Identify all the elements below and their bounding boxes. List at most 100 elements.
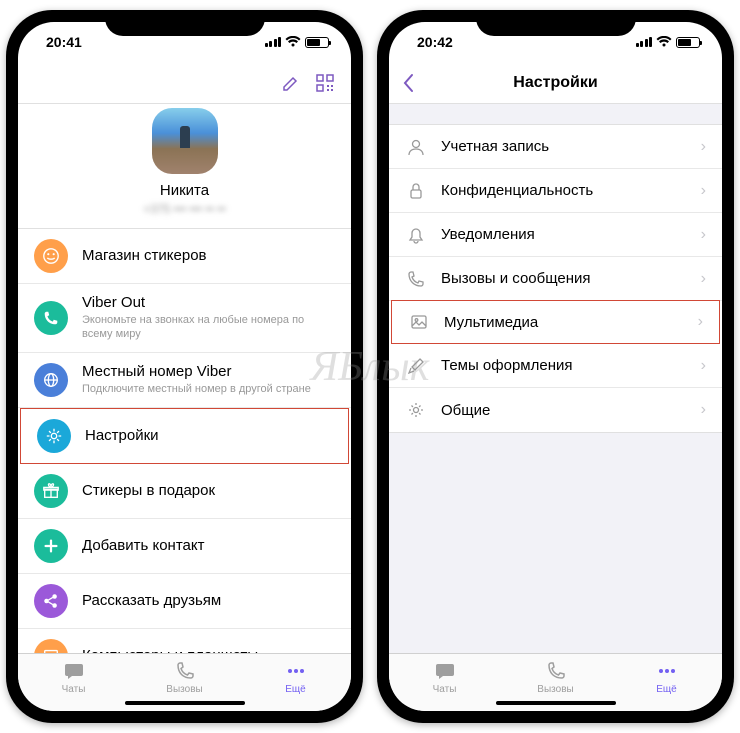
profile-phone: +375 ••• ••• •• ••: [143, 202, 225, 216]
phone-icon: [174, 660, 196, 682]
tab-more[interactable]: Ещё: [632, 660, 702, 695]
menu-item-gift[interactable]: Стикеры в подарок: [18, 464, 351, 519]
header: Настройки: [389, 62, 722, 104]
gear-icon: [37, 419, 71, 453]
chevron-right-icon: ›: [701, 357, 706, 375]
chat-icon: [434, 660, 456, 682]
menu-item-share[interactable]: Рассказать друзьям: [18, 574, 351, 629]
home-indicator: [496, 701, 616, 705]
tab-label: Ещё: [285, 684, 305, 695]
tab-label: Ещё: [656, 684, 676, 695]
more-icon: [656, 660, 678, 682]
tab-chat[interactable]: Чаты: [410, 660, 480, 695]
profile-section[interactable]: Никита +375 ••• ••• •• ••: [18, 104, 351, 229]
notch: [105, 10, 265, 36]
header: [18, 62, 351, 104]
settings-item-label: Учетная запись: [441, 138, 701, 155]
tab-chat[interactable]: Чаты: [39, 660, 109, 695]
tab-label: Чаты: [433, 684, 457, 695]
wifi-icon: [656, 36, 672, 48]
signal-icon: [636, 37, 653, 47]
settings-item-brush[interactable]: Темы оформления ›: [389, 344, 722, 388]
chevron-right-icon: ›: [701, 182, 706, 200]
settings-item-phone[interactable]: Вызовы и сообщения ›: [389, 257, 722, 301]
plus-icon: [34, 529, 68, 563]
menu-item-title: Местный номер Viber: [82, 363, 335, 381]
settings-item-person[interactable]: Учетная запись ›: [389, 125, 722, 169]
chevron-right-icon: ›: [698, 313, 703, 331]
gear-icon: [405, 399, 427, 421]
settings-item-label: Общие: [441, 402, 701, 419]
share-icon: [34, 584, 68, 618]
menu-item-title: Рассказать друзьям: [82, 592, 335, 610]
menu-list: Магазин стикеров Viber OutЭкономьте на з…: [18, 229, 351, 653]
wifi-icon: [285, 36, 301, 48]
menu-item-title: Компьютеры и планшеты: [82, 647, 335, 653]
chevron-right-icon: ›: [701, 138, 706, 156]
status-indicators: [636, 36, 701, 48]
menu-item-gear[interactable]: Настройки: [20, 408, 349, 464]
menu-item-title: Магазин стикеров: [82, 247, 335, 265]
phone-left: 20:41 Никита +375 ••• ••• •• •• Магазин …: [6, 10, 363, 723]
settings-item-gear[interactable]: Общие ›: [389, 388, 722, 432]
menu-item-desktop[interactable]: Компьютеры и планшеты: [18, 629, 351, 653]
sticker-icon: [34, 239, 68, 273]
status-indicators: [265, 36, 330, 48]
avatar[interactable]: [152, 108, 218, 174]
phone-icon: [545, 660, 567, 682]
menu-item-phone[interactable]: Viber OutЭкономьте на звонках на любые н…: [18, 284, 351, 353]
signal-icon: [265, 37, 282, 47]
battery-icon: [305, 37, 329, 48]
chevron-right-icon: ›: [701, 401, 706, 419]
tab-phone[interactable]: Вызовы: [521, 660, 591, 695]
status-time: 20:41: [46, 34, 82, 50]
tab-label: Чаты: [62, 684, 86, 695]
lock-icon: [405, 180, 427, 202]
settings-list: Учетная запись › Конфиденциальность › Ув…: [389, 124, 722, 433]
chevron-right-icon: ›: [701, 226, 706, 244]
back-button[interactable]: [401, 73, 415, 93]
tab-more[interactable]: Ещё: [261, 660, 331, 695]
tab-phone[interactable]: Вызовы: [150, 660, 220, 695]
menu-item-globe[interactable]: Местный номер ViberПодключите местный но…: [18, 353, 351, 408]
chevron-right-icon: ›: [701, 270, 706, 288]
qr-icon[interactable]: [315, 73, 335, 93]
settings-item-lock[interactable]: Конфиденциальность ›: [389, 169, 722, 213]
phone-icon: [405, 268, 427, 290]
home-indicator: [125, 701, 245, 705]
gift-icon: [34, 474, 68, 508]
menu-item-title: Viber Out: [82, 294, 335, 312]
brush-icon: [405, 355, 427, 377]
globe-icon: [34, 363, 68, 397]
profile-name: Никита: [160, 182, 209, 199]
menu-item-title: Добавить контакт: [82, 537, 335, 555]
notch: [476, 10, 636, 36]
person-icon: [405, 136, 427, 158]
menu-item-subtitle: Подключите местный номер в другой стране: [82, 382, 335, 396]
chat-icon: [63, 660, 85, 682]
image-icon: [408, 311, 430, 333]
more-icon: [285, 660, 307, 682]
settings-item-label: Конфиденциальность: [441, 182, 701, 199]
phone-icon: [34, 301, 68, 335]
settings-item-label: Темы оформления: [441, 357, 701, 374]
status-time: 20:42: [417, 34, 453, 50]
tab-label: Вызовы: [166, 684, 202, 695]
battery-icon: [676, 37, 700, 48]
desktop-icon: [34, 639, 68, 653]
page-title: Настройки: [513, 74, 597, 92]
menu-item-title: Стикеры в подарок: [82, 482, 335, 500]
tab-label: Вызовы: [537, 684, 573, 695]
settings-item-label: Мультимедиа: [444, 314, 698, 331]
menu-item-subtitle: Экономьте на звонках на любые номера по …: [82, 313, 335, 342]
bell-icon: [405, 224, 427, 246]
settings-item-label: Вызовы и сообщения: [441, 270, 701, 287]
settings-item-bell[interactable]: Уведомления ›: [389, 213, 722, 257]
settings-item-image[interactable]: Мультимедиа ›: [391, 300, 720, 344]
menu-item-title: Настройки: [85, 427, 332, 445]
phone-right: 20:42 Настройки Учетная запись › Конфиде…: [377, 10, 734, 723]
settings-item-label: Уведомления: [441, 226, 701, 243]
menu-item-plus[interactable]: Добавить контакт: [18, 519, 351, 574]
menu-item-sticker[interactable]: Магазин стикеров: [18, 229, 351, 284]
edit-icon[interactable]: [281, 73, 301, 93]
